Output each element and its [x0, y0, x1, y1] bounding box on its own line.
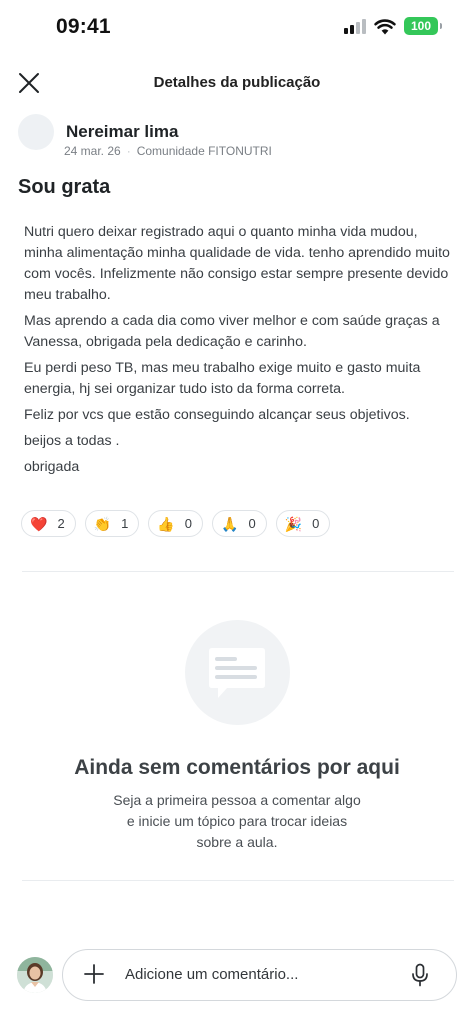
author-avatar[interactable] [18, 114, 54, 150]
reaction-count: 0 [248, 516, 256, 531]
post-paragraph: Mas aprendo a cada dia como viver melhor… [24, 313, 440, 350]
post-paragraph: obrigada [24, 459, 80, 475]
subtitle-line: e inicie um tópico para trocar ideias [126, 813, 348, 829]
empty-comments-title: Ainda sem comentários por aqui [74, 756, 400, 779]
chat-bubble-icon [209, 648, 265, 698]
reaction-party-button[interactable]: 🎉 0 [275, 510, 331, 537]
wifi-icon [374, 18, 396, 34]
user-avatar-picture [17, 957, 53, 993]
reaction-thumbs-up-button[interactable]: 👍 0 [148, 510, 204, 537]
reaction-pray-button[interactable]: 🙏 0 [212, 510, 267, 537]
microphone-icon[interactable] [410, 963, 430, 987]
divider [22, 880, 454, 881]
reaction-count: 1 [121, 516, 129, 531]
reaction-count: 2 [57, 516, 65, 531]
clapping-hands-icon: 👏 [93, 515, 112, 532]
status-time: 09:41 [56, 15, 111, 38]
post-body: Nutri quero deixar registrado aqui o qua… [24, 222, 454, 483]
cellular-signal-icon [344, 18, 366, 34]
post-date: 24 mar. 26 [64, 144, 121, 158]
empty-comments-subtitle: Seja a primeira pessoa a comentar algo e… [0, 790, 474, 853]
reaction-heart-button[interactable]: ❤️ 2 [21, 510, 76, 537]
post-paragraph: Eu perdi peso TB, mas meu trabalho exige… [24, 360, 421, 397]
comment-input[interactable] [125, 950, 395, 999]
author-name[interactable]: Nereimar lima [66, 122, 178, 142]
header: Detalhes da publicação [0, 62, 474, 104]
user-avatar[interactable] [17, 957, 53, 993]
heart-icon: ❤️ [30, 515, 48, 532]
battery-indicator: 100 [404, 17, 442, 35]
community-name[interactable]: Comunidade FITONUTRI [137, 144, 272, 158]
party-popper-icon: 🎉 [284, 515, 303, 532]
plus-icon[interactable] [83, 963, 105, 985]
empty-comments-illustration [185, 620, 290, 725]
post-paragraph: Nutri quero deixar registrado aqui o qua… [24, 224, 450, 303]
praying-hands-icon: 🙏 [221, 515, 239, 532]
reactions-bar: ❤️ 2 👏 1 👍 0 🙏 0 🎉 0 [21, 510, 331, 537]
status-icons: 100 [344, 17, 442, 35]
comment-composer [62, 949, 457, 1001]
page-title: Detalhes da publicação [153, 74, 321, 91]
divider [22, 571, 454, 572]
post-title: Sou grata [18, 176, 111, 198]
separator-dot: · [126, 144, 131, 158]
reaction-clap-button[interactable]: 👏 1 [84, 510, 140, 537]
post-author: Nereimar lima 24 mar. 26 · Comunidade FITO… [18, 114, 456, 158]
reaction-count: 0 [184, 516, 193, 531]
subtitle-line: sobre a aula. [196, 834, 278, 850]
battery-level: 100 [410, 19, 432, 33]
thumbs-up-icon: 👍 [157, 515, 175, 532]
post-paragraph: Feliz por vcs que estão conseguindo alca… [24, 407, 410, 423]
reaction-count: 0 [312, 516, 320, 531]
status-bar: 09:41 100 [0, 0, 474, 56]
post-paragraph: beijos a todas . [24, 433, 120, 449]
author-meta: 24 mar. 26 · Comunidade FITONUTRI [64, 144, 272, 158]
subtitle-line: Seja a primeira pessoa a comentar algo [113, 792, 361, 808]
